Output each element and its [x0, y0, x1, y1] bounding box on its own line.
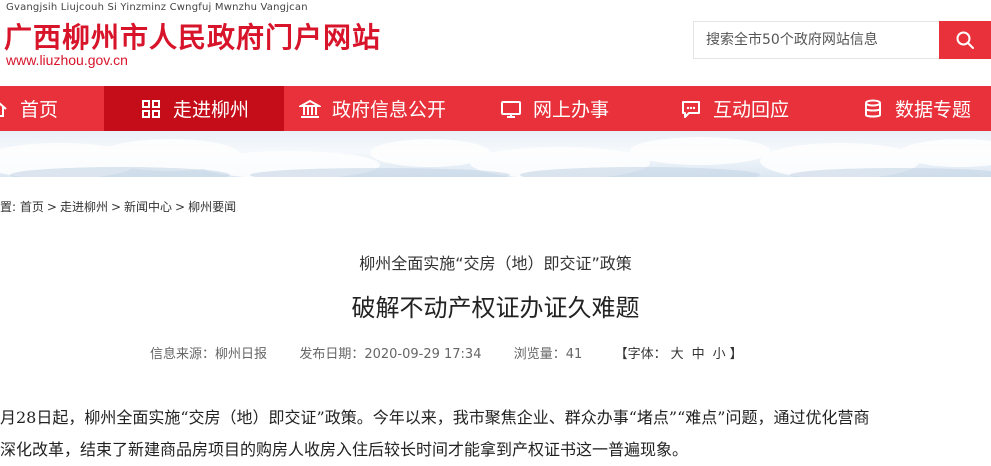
site-url[interactable]: www.liuzhou.gov.cn [6, 52, 128, 68]
breadcrumb-item-zoujin[interactable]: 走进柳州 [60, 200, 108, 214]
nav-item-label: 首页 [20, 99, 59, 121]
breadcrumb-item-home[interactable]: 首页 [20, 200, 44, 214]
article-body: 月28日起，柳州全面实施“交房（地）即交证”政策。今年以来，我市聚焦企业、群众办… [0, 402, 991, 466]
breadcrumb: 置: 首页 > 走进柳州 > 新闻中心 > 柳州要闻 [0, 198, 236, 215]
font-size-close: 】 [729, 347, 743, 362]
article-headline: 破解不动产权证办证久难题 [351, 294, 640, 322]
article-meta: 信息来源：柳州日报 发布日期：2020-09-29 17:34 浏览量：41 【… [150, 343, 743, 362]
breadcrumb-separator: > [46, 200, 57, 214]
site-title[interactable]: 广西柳州市人民政府门户网站 [4, 16, 381, 56]
nav-item-zoujin[interactable]: 走进柳州 [104, 86, 284, 131]
source-label: 信息来源： [150, 347, 216, 362]
nav-item-home[interactable]: 首页 [0, 86, 104, 131]
breadcrumb-item-news[interactable]: 新闻中心 [124, 200, 172, 214]
date-label: 发布日期： [299, 347, 365, 362]
chat-icon [679, 97, 703, 121]
source-value: 柳州日报 [215, 347, 268, 362]
nav-item-info-public[interactable]: 政府信息公开 [298, 86, 446, 131]
search-button[interactable] [939, 21, 991, 59]
views-label: 浏览量： [513, 347, 566, 362]
breadcrumb-item-headlines[interactable]: 柳州要闻 [188, 200, 236, 214]
breadcrumb-separator: > [110, 200, 122, 214]
nav-item-label: 走进柳州 [172, 99, 249, 121]
nav-item-label: 政府信息公开 [332, 99, 447, 121]
breadcrumb-separator: > [175, 200, 186, 214]
search-icon [956, 31, 974, 49]
nav-item-label: 互动回应 [713, 99, 790, 121]
article-kicker: 柳州全面实施“交房（地）即交证”政策 [359, 254, 632, 273]
site-subtitle: Gvangjsih Liujcouh Si Yinzminz Cwngfuj M… [6, 2, 308, 13]
cloud-banner-image [0, 137, 991, 177]
font-size-medium[interactable]: 中 [692, 347, 705, 362]
article-paragraph-line: 月28日起，柳州全面实施“交房（地）即交证”政策。今年以来，我市聚焦企业、群众办… [0, 408, 870, 427]
nav-item-label: 数据专题 [895, 99, 972, 121]
search-box [693, 21, 948, 59]
nav-item-label: 网上办事 [533, 99, 610, 121]
site-header: Gvangjsih Liujcouh Si Yinzminz Cwngfuj M… [0, 0, 991, 86]
article-paragraph-line: 深化改革，结束了新建商品房项目的购房人收房入住后较长时间才能拿到产权证书这一普遍… [0, 440, 689, 459]
breadcrumb-prefix: 置: [0, 200, 17, 214]
nav-item-data-topics[interactable]: 数据专题 [861, 86, 971, 131]
nav-item-online-service[interactable]: 网上办事 [499, 86, 609, 131]
font-size-label: 【字体： [614, 347, 667, 362]
main-nav: 首页 走进柳州 政府信息公开 网上办事 互动回应 数据专题 [0, 86, 991, 131]
grid-icon [139, 97, 163, 121]
building-icon [298, 97, 322, 121]
font-size-large[interactable]: 大 [671, 347, 684, 362]
nav-item-interaction[interactable]: 互动回应 [679, 86, 789, 131]
search-input[interactable] [694, 22, 948, 58]
date-value: 2020-09-29 17:34 [364, 347, 482, 362]
views-value: 41 [565, 347, 583, 362]
home-icon [0, 97, 10, 121]
database-icon [861, 97, 885, 121]
monitor-icon [499, 97, 523, 121]
font-size-small[interactable]: 小 [713, 347, 726, 362]
font-size-control: 【字体： 大中小】 [615, 347, 743, 362]
header-banner [0, 131, 991, 177]
